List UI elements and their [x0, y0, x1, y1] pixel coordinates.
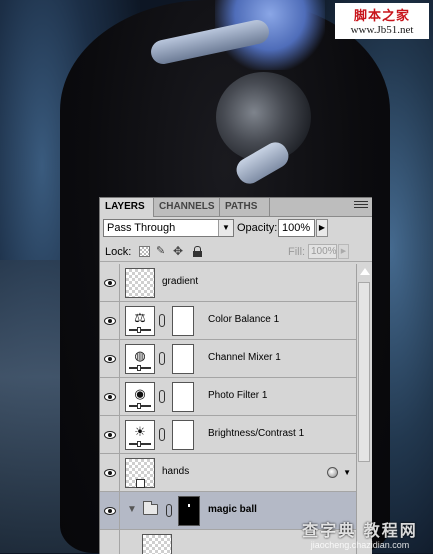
eye-icon: [104, 392, 116, 401]
scroll-up-icon[interactable]: [360, 268, 370, 275]
eye-icon: [104, 430, 116, 439]
blend-mode-select[interactable]: Pass Through ▼: [103, 219, 234, 237]
watermark-site-url: jiaocheng.chazidian.com: [310, 540, 410, 550]
layer-name: Color Balance 1: [208, 314, 280, 325]
scroll-thumb[interactable]: [358, 282, 370, 462]
eye-icon: [104, 506, 116, 515]
layers-scrollbar[interactable]: [356, 264, 372, 554]
chevron-down-icon[interactable]: ▼: [218, 220, 233, 236]
layer-thumbnail: [125, 268, 155, 298]
layer-mask-thumbnail: [172, 306, 194, 336]
visibility-toggle[interactable]: [100, 530, 120, 554]
opacity-arrow-icon[interactable]: ▶: [316, 219, 328, 237]
tab-channels[interactable]: CHANNELS: [154, 198, 220, 216]
visibility-toggle[interactable]: [100, 454, 120, 491]
tab-paths[interactable]: PATHS: [220, 198, 270, 216]
layer-name: Brightness/Contrast 1: [208, 428, 305, 439]
layer-row[interactable]: gradient: [100, 264, 356, 302]
panel-tabs: LAYERS CHANNELS PATHS: [100, 198, 372, 217]
visibility-toggle[interactable]: [100, 416, 120, 453]
link-icon[interactable]: [166, 504, 172, 517]
layer-list: gradient ⚖ Color Balance 1 ◍ Channel Mix…: [100, 264, 356, 554]
fill-arrow-icon[interactable]: ▶: [338, 244, 349, 259]
layer-name: hands: [162, 466, 190, 477]
layer-row[interactable]: ◍ Channel Mixer 1: [100, 340, 356, 378]
watermark-url: www.Jb51.net: [350, 24, 414, 36]
expand-arrow-icon[interactable]: ▼: [127, 504, 137, 515]
visibility-toggle[interactable]: [100, 340, 120, 377]
layer-name: magic ball: [208, 504, 257, 515]
visibility-toggle[interactable]: [100, 302, 120, 339]
blend-row: Pass Through ▼ Opacity: 100% ▶: [100, 219, 372, 239]
layer-row[interactable]: ◉ Photo Filter 1: [100, 378, 356, 416]
lock-position-icon[interactable]: ✥: [173, 245, 184, 257]
layer-effects-icon[interactable]: [327, 467, 338, 478]
layer-name: Channel Mixer 1: [208, 352, 281, 363]
channel-mixer-icon: ◍: [125, 344, 155, 374]
layers-panel: LAYERS CHANNELS PATHS Pass Through ▼ Opa…: [99, 197, 372, 554]
eye-icon: [104, 316, 116, 325]
eye-icon: [104, 354, 116, 363]
link-icon[interactable]: [159, 314, 165, 327]
layer-name: gradient: [162, 276, 199, 287]
opacity-input[interactable]: 100%: [278, 219, 315, 237]
watermark-bottom: 查字典 教程网 jiaocheng.chazidian.com: [295, 517, 425, 551]
visibility-toggle[interactable]: [100, 378, 120, 415]
lock-row: Lock: ✎ ✥ Fill: 100% ▶: [100, 243, 372, 262]
smart-object-icon: [136, 479, 145, 488]
watermark-title: 脚本之家: [353, 9, 410, 24]
layer-row[interactable]: ⚖ Color Balance 1: [100, 302, 356, 340]
link-icon[interactable]: [159, 390, 165, 403]
eye-icon: [104, 278, 116, 287]
folder-icon: [143, 501, 158, 515]
link-icon[interactable]: [159, 428, 165, 441]
layer-thumbnail: [142, 534, 172, 554]
layer-mask-thumbnail: [172, 420, 194, 450]
watermark-top: 脚本之家 www.Jb51.net: [335, 3, 429, 39]
blend-mode-value: Pass Through: [107, 222, 176, 234]
layer-row[interactable]: ☀ Brightness/Contrast 1: [100, 416, 356, 454]
brightness-icon: ☀: [125, 420, 155, 450]
layer-mask-thumbnail: [178, 496, 200, 526]
layer-mask-thumbnail: [172, 382, 194, 412]
lock-label: Lock:: [105, 246, 132, 258]
expand-arrow-icon[interactable]: ▼: [343, 468, 351, 477]
link-icon[interactable]: [159, 352, 165, 365]
visibility-toggle[interactable]: [100, 264, 120, 301]
watermark-site-name: 查字典 教程网: [302, 521, 418, 540]
opacity-label: Opacity:: [237, 222, 278, 234]
layer-mask-thumbnail: [172, 344, 194, 374]
lock-transparency-icon[interactable]: [139, 246, 150, 257]
fill-label: Fill:: [288, 246, 306, 258]
layer-name: Photo Filter 1: [208, 390, 268, 401]
eye-icon: [104, 468, 116, 477]
panel-menu-icon[interactable]: [354, 201, 368, 211]
tab-layers[interactable]: LAYERS: [100, 198, 154, 217]
visibility-toggle[interactable]: [100, 492, 120, 529]
lock-pixels-icon[interactable]: ✎: [156, 246, 167, 257]
photo-filter-icon: ◉: [125, 382, 155, 412]
lock-all-icon[interactable]: [192, 246, 203, 257]
scales-icon: ⚖: [125, 306, 155, 336]
layer-row[interactable]: hands ▼: [100, 454, 356, 492]
fill-input[interactable]: 100%: [308, 244, 337, 259]
